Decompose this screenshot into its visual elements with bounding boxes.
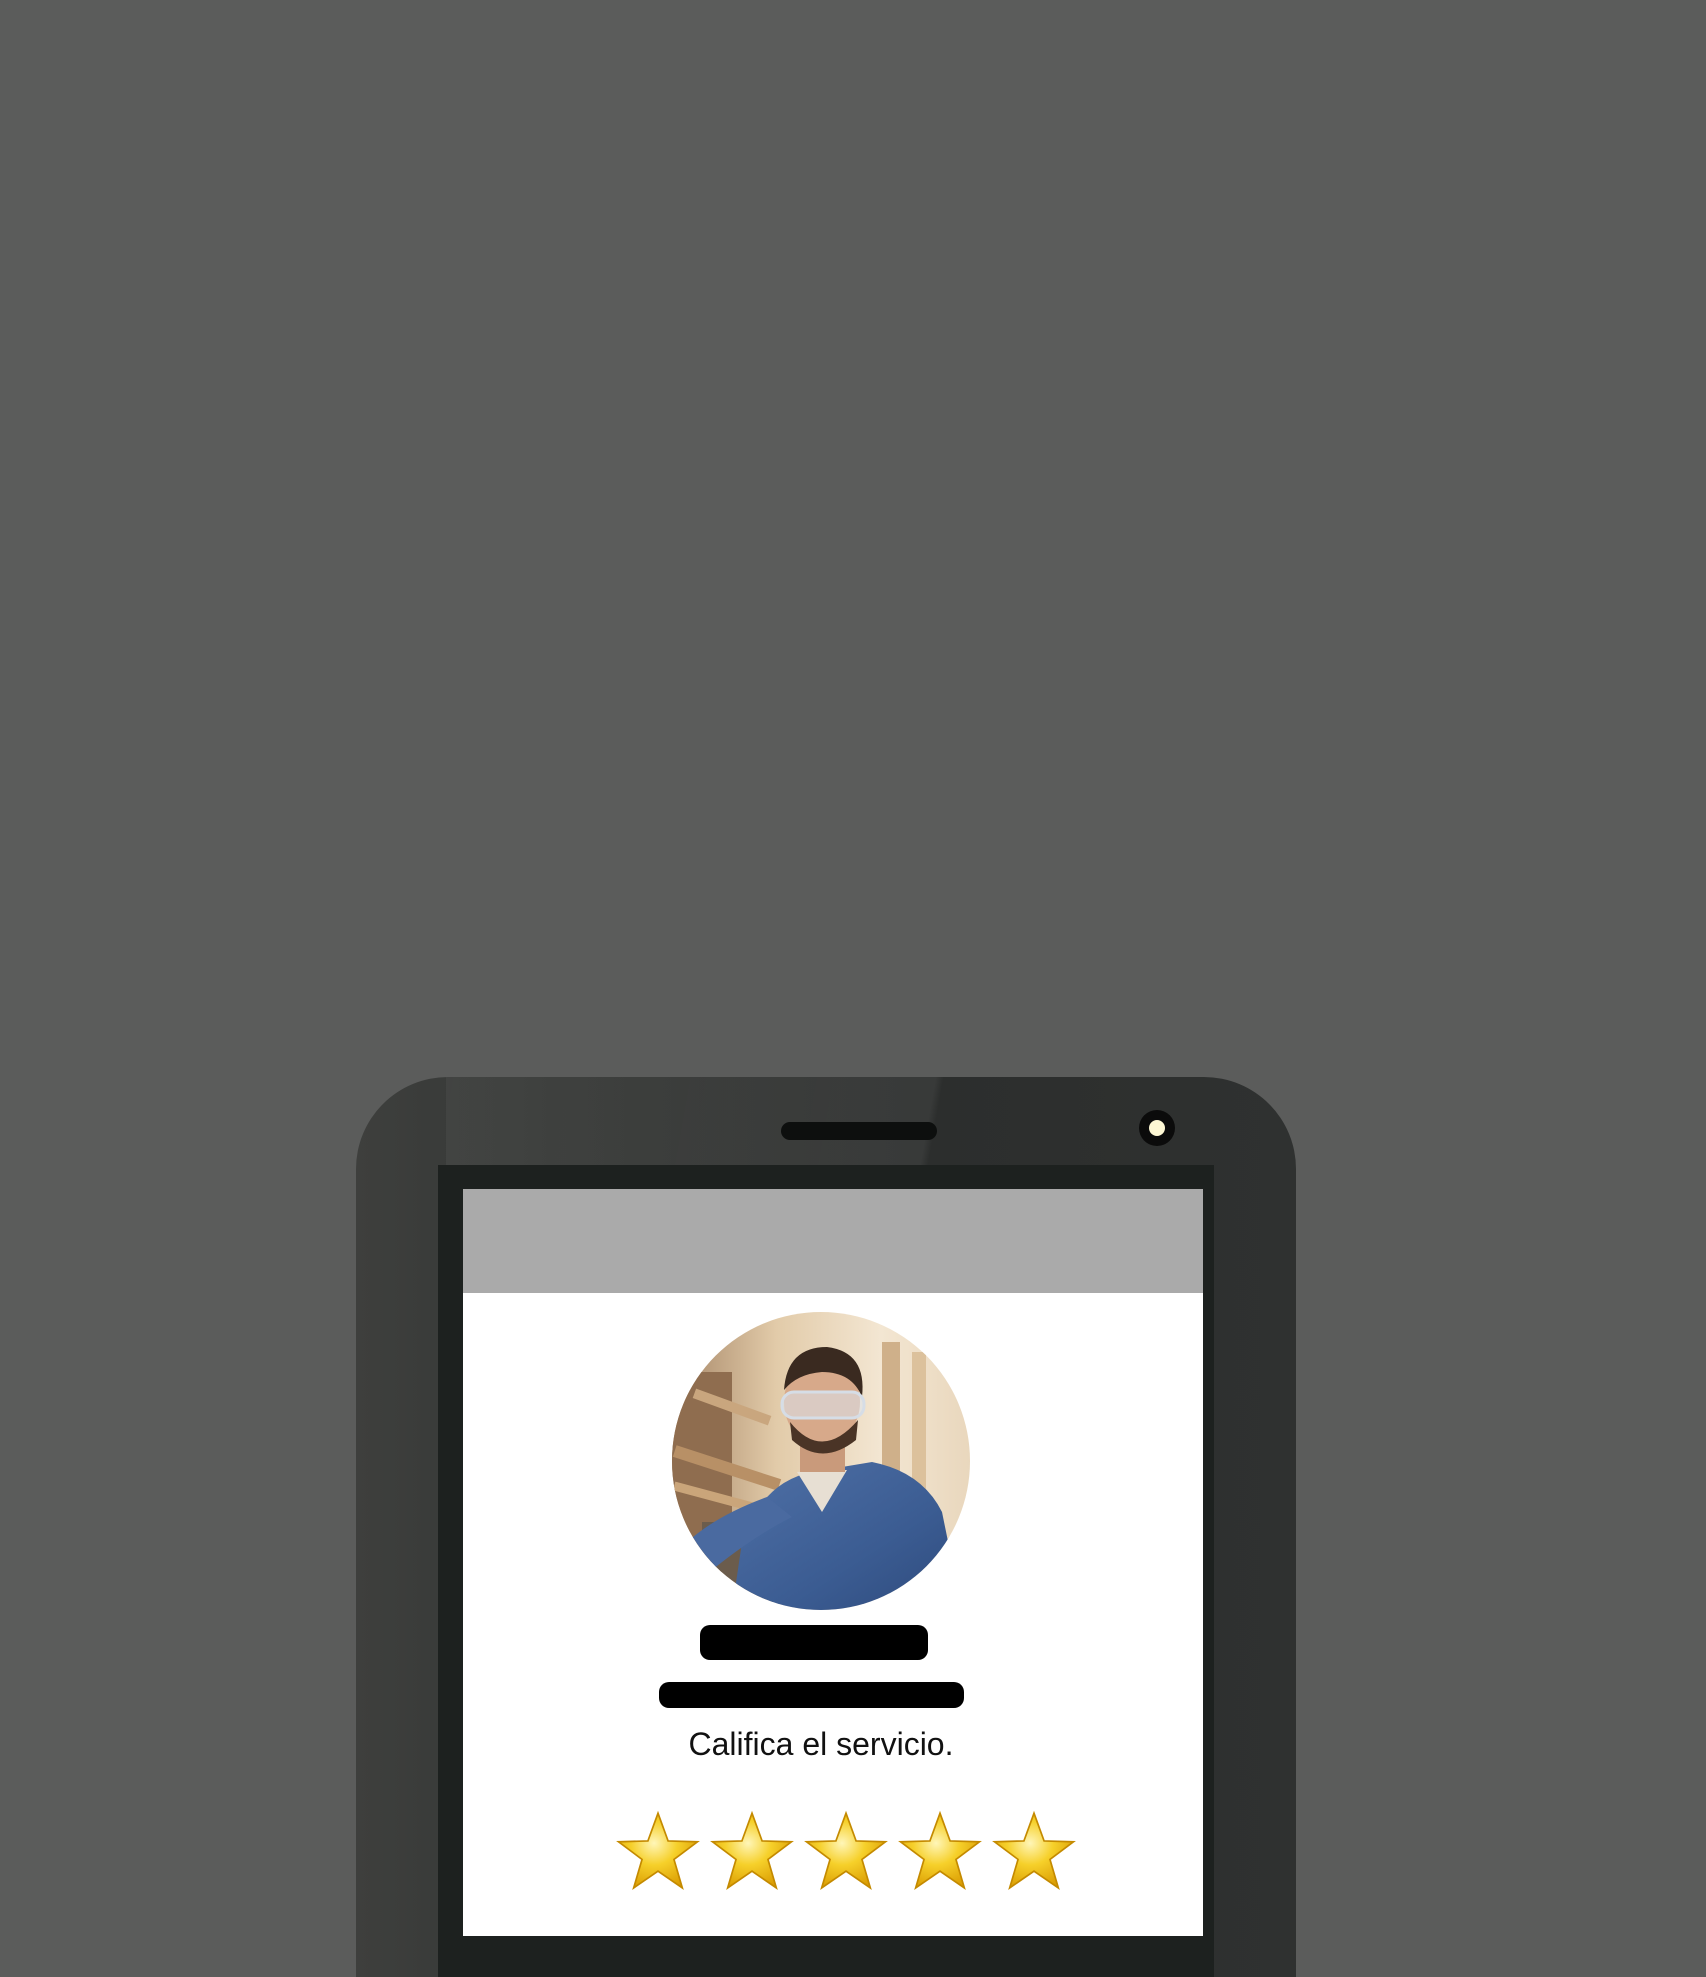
worker-photo <box>672 1312 970 1610</box>
app-screen: Califica el servicio. <box>463 1189 1203 1936</box>
star-icon <box>898 1810 982 1890</box>
star-rating[interactable] <box>616 1810 1076 1892</box>
provider-name-redacted <box>700 1625 928 1660</box>
star-icon <box>992 1810 1076 1890</box>
provider-avatar <box>672 1312 970 1610</box>
star-4[interactable] <box>898 1810 982 1892</box>
camera-icon <box>1139 1110 1175 1146</box>
star-1[interactable] <box>616 1810 700 1892</box>
star-3[interactable] <box>804 1810 888 1892</box>
status-bar <box>463 1189 1203 1293</box>
star-icon <box>616 1810 700 1890</box>
star-5[interactable] <box>992 1810 1076 1892</box>
star-icon <box>710 1810 794 1890</box>
earpiece-speaker <box>781 1122 937 1140</box>
star-icon <box>804 1810 888 1890</box>
provider-detail-redacted <box>659 1682 964 1708</box>
rating-prompt: Califica el servicio. <box>688 1726 954 1762</box>
star-2[interactable] <box>710 1810 794 1892</box>
